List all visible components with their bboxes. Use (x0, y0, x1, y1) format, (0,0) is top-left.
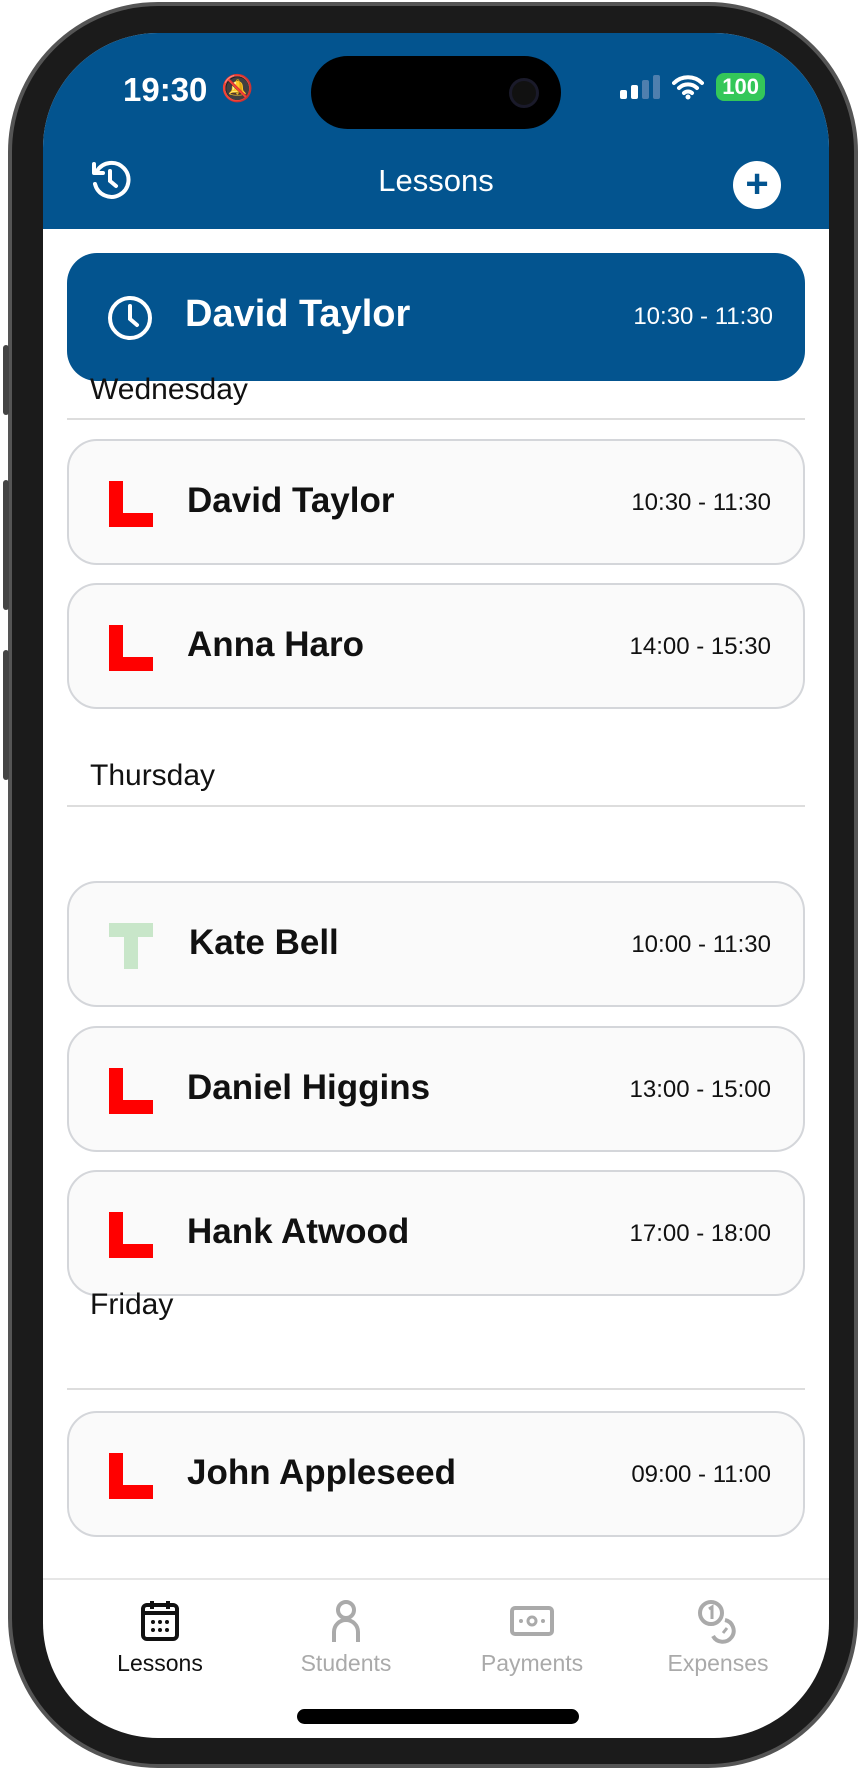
tab-expenses[interactable]: Expenses (638, 1598, 798, 1677)
calendar-icon (141, 1601, 179, 1641)
header: 19:30 🔕 100 Lessons + (43, 33, 829, 229)
learner-plate-icon (109, 481, 153, 527)
lesson-time: 09:00 - 11:00 (631, 1461, 771, 1488)
volume-up-button (3, 480, 9, 610)
lesson-time: 13:00 - 15:00 (629, 1076, 771, 1103)
test-plate-icon (109, 923, 153, 969)
divider (67, 805, 805, 807)
learner-plate-icon (109, 1068, 153, 1114)
tab-label: Students (300, 1650, 392, 1676)
tab-students[interactable]: Students (266, 1598, 426, 1677)
wifi-icon (672, 75, 705, 100)
day-header: Friday (90, 1288, 174, 1321)
lesson-time: 17:00 - 18:00 (629, 1220, 771, 1247)
current-lesson-card[interactable]: David Taylor 10:30 - 11:30 (67, 253, 805, 381)
tab-lessons[interactable]: Lessons (80, 1598, 240, 1677)
dynamic-island (311, 56, 561, 129)
tab-label: Expenses (667, 1650, 769, 1676)
signal-icon (620, 75, 661, 99)
lesson-time: 14:00 - 15:30 (629, 633, 771, 660)
lesson-name: Hank Atwood (187, 1212, 410, 1251)
lesson-card[interactable]: John Appleseed 09:00 - 11:00 (67, 1411, 805, 1537)
action-button (3, 345, 9, 415)
divider (67, 1388, 805, 1390)
learner-plate-icon (109, 1212, 153, 1258)
lesson-card[interactable]: Hank Atwood 17:00 - 18:00 (67, 1170, 805, 1296)
lesson-card[interactable]: Daniel Higgins 13:00 - 15:00 (67, 1026, 805, 1152)
current-lesson-time: 10:30 - 11:30 (633, 303, 773, 330)
page-title: Lessons (378, 163, 494, 198)
current-lesson-name: David Taylor (185, 293, 411, 335)
camera-icon (509, 78, 539, 108)
home-indicator[interactable] (297, 1709, 579, 1724)
learner-plate-icon (109, 1453, 153, 1499)
banknote-icon (510, 1606, 554, 1636)
lesson-name: David Taylor (187, 481, 395, 520)
volume-down-button (3, 650, 9, 780)
learner-plate-icon (109, 625, 153, 671)
person-icon (332, 1600, 360, 1642)
tab-label: Lessons (117, 1650, 203, 1676)
lesson-card[interactable]: Anna Haro 14:00 - 15:30 (67, 583, 805, 709)
add-lesson-button[interactable]: + (733, 161, 781, 209)
tab-label: Payments (480, 1650, 584, 1676)
status-icons: 100 (620, 73, 765, 101)
lesson-name: Daniel Higgins (187, 1068, 431, 1107)
lesson-name: John Appleseed (187, 1453, 457, 1492)
day-header: Thursday (90, 759, 216, 792)
lesson-card[interactable]: David Taylor 10:30 - 11:30 (67, 439, 805, 565)
screen: 19:30 🔕 100 Lessons + David Taylor 10:30… (43, 33, 829, 1738)
lesson-name: Kate Bell (189, 923, 339, 962)
lesson-name: Anna Haro (187, 625, 364, 664)
divider (67, 418, 805, 420)
lesson-time: 10:00 - 11:30 (631, 931, 771, 958)
lesson-card[interactable]: Kate Bell 10:00 - 11:30 (67, 881, 805, 1007)
tab-bar-divider (43, 1578, 829, 1580)
coins-icon (698, 1600, 736, 1644)
tab-payments[interactable]: Payments (452, 1598, 612, 1677)
day-header: Wednesday (90, 373, 248, 406)
status-time: 19:30 (123, 71, 208, 108)
clock-icon (108, 296, 152, 340)
battery-indicator: 100 (716, 73, 765, 101)
silent-bell-icon: 🔕 (221, 73, 254, 103)
lesson-time: 10:30 - 11:30 (631, 489, 771, 516)
